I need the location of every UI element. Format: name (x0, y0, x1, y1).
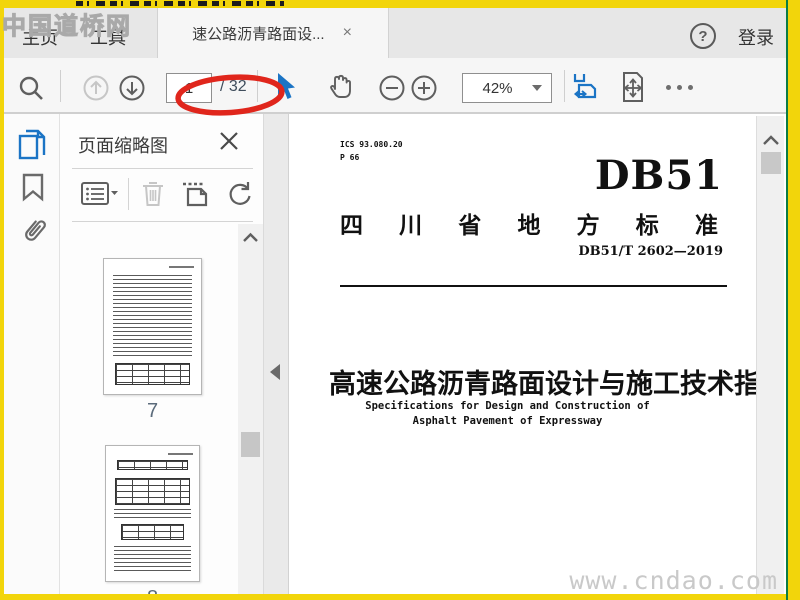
hand-tool-icon[interactable] (324, 71, 358, 105)
next-page-button[interactable] (118, 74, 146, 102)
search-icon[interactable] (16, 73, 46, 103)
attachments-icon[interactable] (17, 214, 49, 248)
page-thumbnail[interactable] (103, 258, 202, 395)
thumbnail-page-number: 7 (146, 400, 159, 422)
toolbar-divider (257, 70, 258, 102)
thumbnail-art (169, 265, 195, 268)
thumbnail-art (114, 509, 191, 521)
login-button[interactable]: 登录 (732, 22, 780, 52)
scrollbar-thumb[interactable] (761, 152, 781, 174)
page-thumbnails-icon[interactable] (17, 128, 49, 162)
navigation-pane-strip (4, 114, 60, 594)
ics-code: ICS 93.080.20 P 66 (340, 140, 403, 162)
panel-divider (72, 168, 253, 169)
help-button[interactable]: ? (690, 23, 716, 49)
standard-mark: DB51 (594, 152, 723, 199)
thumbnails-scrollbar[interactable] (238, 224, 263, 594)
thumbnail-page-number: 8 (105, 587, 200, 594)
toolbar-divider (60, 70, 61, 102)
fit-page-icon[interactable] (618, 71, 648, 103)
panel-close-icon[interactable] (218, 130, 240, 152)
standard-name: 四 川 省 地 方 标 准 (340, 212, 718, 239)
main-toolbar: / 32 42% (4, 58, 786, 114)
panel-divider (72, 221, 253, 222)
panel-toolbar-divider (128, 178, 129, 210)
panel-splitter[interactable] (263, 114, 289, 594)
watermark-top-left: 中国道桥网 (2, 13, 132, 41)
document-title-cn: 高速公路沥青路面设计与施工技术指南 (329, 362, 756, 401)
page-number-input[interactable] (166, 73, 212, 103)
thumbnails-toolbar (60, 172, 263, 218)
thumbnail-art (168, 452, 193, 455)
frame-border-bottom (0, 594, 800, 600)
document-tab[interactable]: 速公路沥青路面设... × (157, 8, 389, 58)
scrollbar-thumb[interactable] (241, 432, 260, 457)
document-tab-label: 速公路沥青路面设... (192, 25, 325, 43)
collapse-panel-icon[interactable] (270, 364, 280, 380)
bookmarks-icon[interactable] (20, 172, 46, 202)
document-title-en-2: Asphalt Pavement of Expressway (412, 415, 603, 427)
frame-border-left (0, 0, 4, 600)
standard-number: DB51/T 2602—2019 (578, 244, 723, 259)
scroll-up-icon[interactable] (762, 134, 780, 147)
thumbnail-art (117, 459, 188, 471)
pdf-reader-window: 主页 工具 速公路沥青路面设... × ? 登录 / 32 (0, 0, 800, 600)
watermark-bottom-right: www.cndao.com (569, 566, 778, 595)
thumbnail-options-icon[interactable] (80, 180, 118, 208)
thumbnail-art (114, 362, 191, 385)
toolbar-divider (564, 70, 565, 102)
frame-border-right (788, 0, 800, 600)
page-count-label: / 32 (220, 78, 247, 95)
zoom-in-button[interactable] (410, 74, 438, 102)
previous-page-button[interactable] (82, 74, 110, 102)
more-tools-icon[interactable] (666, 85, 693, 90)
tab-close-icon[interactable]: × (341, 25, 354, 41)
zoom-out-button[interactable] (378, 74, 406, 102)
zoom-level-select[interactable]: 42% (462, 73, 552, 103)
page-thumbnail[interactable] (105, 445, 200, 582)
rotate-pages-icon[interactable] (225, 179, 255, 209)
thumbnails-panel: 页面缩略图 7 (60, 114, 263, 594)
fit-width-icon[interactable] (572, 72, 600, 100)
thumbnails-list: 7 8 (60, 224, 238, 594)
thumbnail-art (120, 524, 185, 541)
thumbnail-art (114, 545, 191, 573)
pdf-page: ICS 93.080.20 P 66 DB51 四 川 省 地 方 标 准 DB5… (289, 114, 756, 594)
select-tool-icon[interactable] (274, 72, 300, 102)
horizontal-rule (340, 285, 727, 287)
zoom-level-value: 42% (482, 79, 513, 97)
help-icon: ? (698, 27, 708, 45)
document-view[interactable]: ICS 93.080.20 P 66 DB51 四 川 省 地 方 标 准 DB5… (289, 114, 756, 594)
chevron-down-icon (532, 85, 542, 91)
scroll-up-icon[interactable] (242, 232, 259, 244)
document-scrollbar[interactable] (756, 116, 784, 594)
thumbnail-art (115, 478, 190, 506)
panel-title: 页面缩略图 (78, 136, 168, 156)
extract-pages-icon[interactable] (180, 180, 212, 208)
document-title-en-1: Specifications for Design and Constructi… (365, 400, 650, 412)
thumbnail-art (112, 275, 193, 357)
delete-pages-icon[interactable] (140, 180, 166, 208)
